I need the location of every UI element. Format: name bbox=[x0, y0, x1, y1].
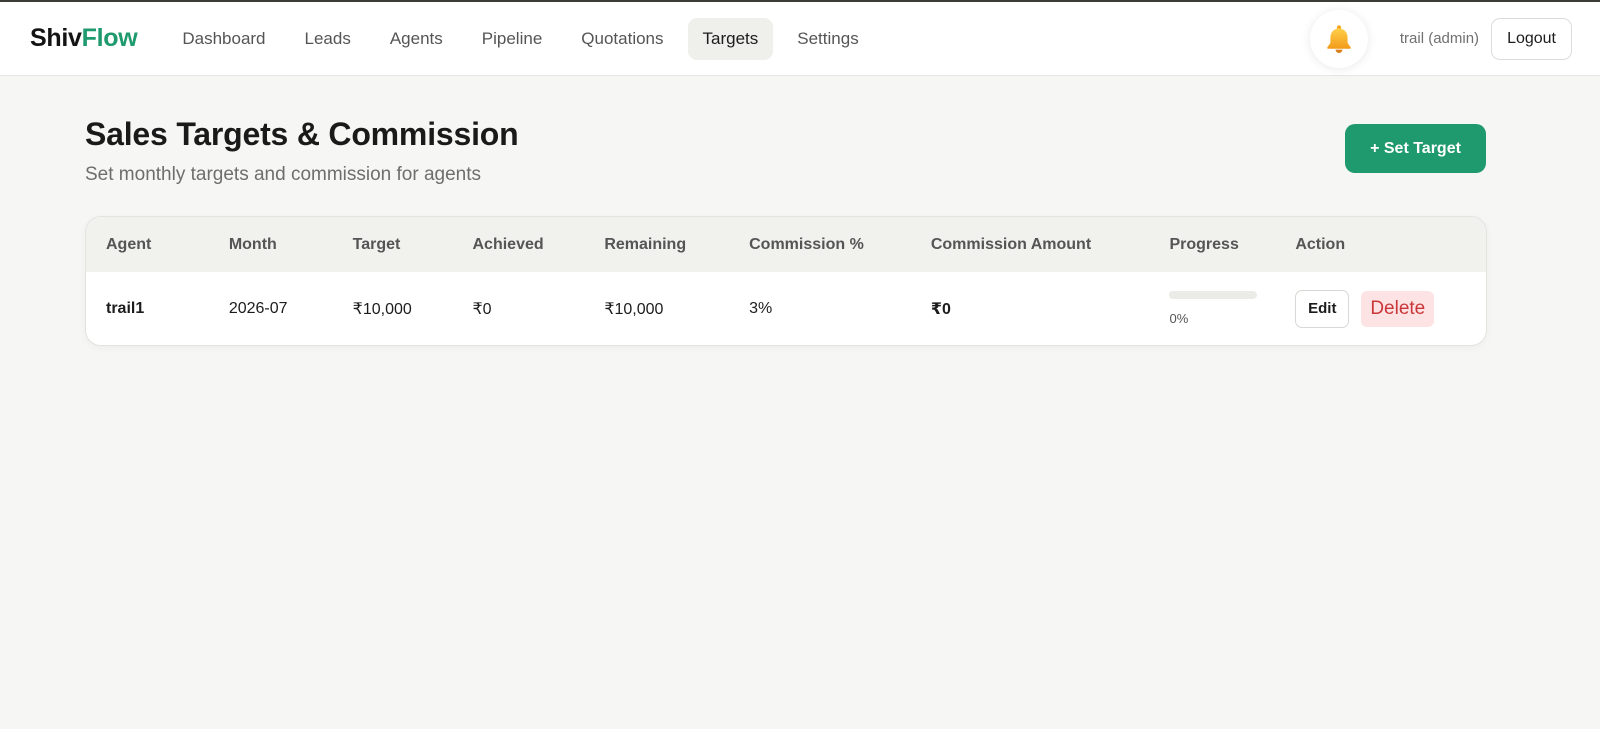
delete-button[interactable]: Delete bbox=[1361, 290, 1435, 327]
targets-table: Agent Month Target Achieved Remaining Co… bbox=[85, 216, 1487, 346]
main-nav: Dashboard Leads Agents Pipeline Quotatio… bbox=[167, 17, 882, 60]
cell-progress: 0% bbox=[1149, 291, 1275, 326]
column-header-progress: Progress bbox=[1169, 235, 1239, 253]
bell-icon bbox=[1327, 24, 1351, 53]
cell-agent: trail1 bbox=[106, 299, 145, 317]
brand-logo[interactable]: ShivFlow bbox=[30, 24, 138, 53]
page-header: Sales Targets & Commission Set monthly t… bbox=[85, 76, 1486, 216]
user-label: trail (admin) bbox=[1399, 30, 1480, 47]
cell-actions: Edit Delete bbox=[1275, 289, 1486, 328]
progress-label: 0% bbox=[1169, 311, 1189, 326]
top-navbar: ShivFlow Dashboard Leads Agents Pipeline… bbox=[0, 2, 1600, 76]
main-content: Sales Targets & Commission Set monthly t… bbox=[0, 76, 1600, 346]
nav-link-leads[interactable]: Leads bbox=[290, 18, 366, 60]
set-target-button[interactable]: + Set Target bbox=[1345, 124, 1486, 173]
nav-link-settings[interactable]: Settings bbox=[782, 18, 873, 60]
notifications-button[interactable] bbox=[1309, 9, 1368, 68]
page-title: Sales Targets & Commission bbox=[85, 116, 519, 152]
nav-link-quotations[interactable]: Quotations bbox=[566, 18, 678, 60]
brand-part-2: Flow bbox=[81, 24, 138, 52]
navbar-right: trail (admin) Logout bbox=[1309, 9, 1572, 68]
page-subtitle: Set monthly targets and commission for a… bbox=[85, 164, 482, 185]
column-header-achieved: Achieved bbox=[472, 235, 544, 253]
nav-link-dashboard[interactable]: Dashboard bbox=[167, 18, 280, 60]
column-header-action: Action bbox=[1295, 235, 1346, 253]
cell-achieved: ₹0 bbox=[472, 300, 492, 318]
column-header-agent: Agent bbox=[106, 235, 152, 253]
cell-target: ₹10,000 bbox=[352, 300, 412, 318]
column-header-commission-amount: Commission Amount bbox=[930, 235, 1092, 253]
edit-button[interactable]: Edit bbox=[1295, 289, 1350, 328]
cell-commission-amount: ₹0 bbox=[930, 300, 951, 318]
column-header-month: Month bbox=[228, 235, 277, 253]
nav-link-pipeline[interactable]: Pipeline bbox=[467, 18, 558, 60]
table-header-row: Agent Month Target Achieved Remaining Co… bbox=[86, 217, 1486, 272]
cell-remaining: ₹10,000 bbox=[604, 300, 664, 318]
column-header-remaining: Remaining bbox=[604, 235, 687, 253]
nav-link-agents[interactable]: Agents bbox=[375, 18, 458, 60]
progress-bar bbox=[1169, 291, 1258, 299]
table-row: trail1 2026-07 ₹10,000 ₹0 ₹10,000 3% ₹0 … bbox=[86, 272, 1486, 345]
progress-indicator: 0% bbox=[1169, 291, 1275, 326]
nav-link-targets[interactable]: Targets bbox=[687, 17, 774, 60]
column-header-commission-pct: Commission % bbox=[749, 235, 864, 253]
logout-button[interactable]: Logout bbox=[1491, 17, 1572, 60]
row-actions: Edit Delete bbox=[1295, 289, 1486, 328]
column-header-target: Target bbox=[352, 235, 401, 253]
cell-month: 2026-07 bbox=[228, 299, 288, 317]
brand-part-1: Shiv bbox=[30, 24, 82, 52]
cell-commission-pct: 3% bbox=[749, 299, 773, 317]
